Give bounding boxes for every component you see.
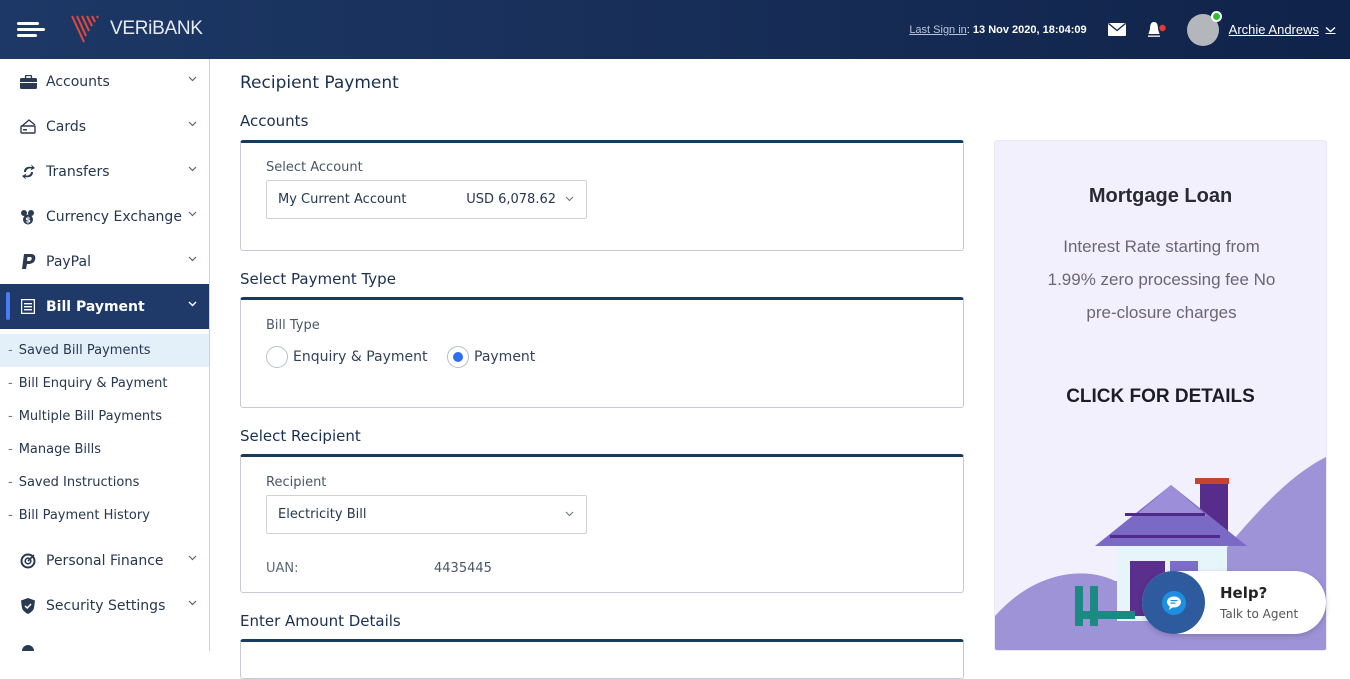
chevron-down-icon xyxy=(565,510,574,520)
chevron-down-icon[interactable] xyxy=(1325,23,1336,37)
sidebar-item-clipped[interactable] xyxy=(0,628,209,651)
shield-icon xyxy=(19,597,37,615)
help-subtitle: Talk to Agent xyxy=(1220,607,1299,621)
sidebar-item-security-settings[interactable]: Security Settings xyxy=(0,583,209,628)
last-sign-in-label[interactable]: Last Sign in xyxy=(909,24,966,36)
section-title-amount: Enter Amount Details xyxy=(240,612,401,630)
radio-circle-checked[interactable] xyxy=(447,346,469,368)
bell-icon[interactable] xyxy=(1147,20,1167,40)
online-status-dot xyxy=(1210,10,1222,22)
promo-cta[interactable]: CLICK FOR DETAILS xyxy=(995,386,1326,408)
sidebar-item-label: Bill Payment xyxy=(46,298,145,315)
submenu-item-saved-instructions[interactable]: - Saved Instructions xyxy=(0,466,209,499)
sidebar: Accounts Cards Transfers $ Currency Exch… xyxy=(0,59,210,651)
currency-icon: $ xyxy=(19,208,37,226)
uan-value: 4435445 xyxy=(434,561,492,576)
selected-account-balance: USD 6,078.62 xyxy=(466,192,556,207)
avatar[interactable] xyxy=(1186,10,1222,46)
last-sign-in-value: 13 Nov 2020, 18:04:09 xyxy=(972,23,1087,36)
sidebar-item-label: Accounts xyxy=(46,73,110,90)
sidebar-item-cards[interactable]: Cards xyxy=(0,104,209,149)
section-title-recipient: Select Recipient xyxy=(240,427,361,445)
brand-name: VERiBANK xyxy=(110,18,203,39)
radio-circle[interactable] xyxy=(266,346,288,368)
recipient-select[interactable]: Electricity Bill xyxy=(266,495,587,534)
radio-label: Payment xyxy=(474,349,536,365)
selected-account-name: My Current Account xyxy=(278,192,407,207)
submenu-item-label: Saved Instructions xyxy=(18,475,140,490)
chevron-down-icon xyxy=(188,209,197,220)
chat-bubble-icon xyxy=(1142,571,1205,634)
page-title: Recipient Payment xyxy=(240,73,399,93)
chevron-down-icon xyxy=(188,254,197,265)
sidebar-item-transfers[interactable]: Transfers xyxy=(0,149,209,194)
sidebar-item-bill-payment[interactable]: Bill Payment xyxy=(0,284,209,329)
chevron-down-icon xyxy=(188,598,197,609)
submenu-item-label: Bill Enquiry & Payment xyxy=(18,376,168,391)
chevron-down-icon xyxy=(565,195,574,205)
promo-title: Mortgage Loan xyxy=(1088,185,1233,207)
radio-enquiry-payment[interactable]: Enquiry & Payment xyxy=(266,346,428,368)
amount-card xyxy=(240,639,964,679)
submenu-item-manage-bills[interactable]: - Manage Bills xyxy=(0,433,209,466)
top-bar: VERiBANK Last Sign in: 13 Nov 2020, 18:0… xyxy=(0,0,1350,59)
menu-icon[interactable] xyxy=(17,22,45,38)
account-select[interactable]: My Current Account USD 6,078.62 xyxy=(266,180,587,219)
sidebar-item-personal-finance[interactable]: Personal Finance xyxy=(0,538,209,583)
select-account-label: Select Account xyxy=(266,160,363,175)
submenu-item-label: Saved Bill Payments xyxy=(18,343,151,358)
sidebar-item-label: Currency Exchange xyxy=(46,208,182,225)
accounts-card: Select Account My Current Account USD 6,… xyxy=(240,140,964,251)
submenu-item-label: Multiple Bill Payments xyxy=(18,409,163,424)
last-sign-in: Last Sign in: 13 Nov 2020, 18:04:09 xyxy=(909,23,1087,36)
section-title-accounts: Accounts xyxy=(240,112,309,130)
paypal-icon xyxy=(19,253,37,271)
sidebar-item-currency-exchange[interactable]: $ Currency Exchange xyxy=(0,194,209,239)
recipient-label: Recipient xyxy=(266,475,327,490)
logo[interactable]: VERiBANK xyxy=(70,14,203,44)
radio-label: Enquiry & Payment xyxy=(293,349,428,365)
active-indicator xyxy=(6,292,10,320)
bill-payment-submenu: - Saved Bill Payments - Bill Enquiry & Pay… xyxy=(0,329,209,532)
sidebar-item-accounts[interactable]: Accounts xyxy=(0,59,209,104)
promo-body: Interest Rate starting from 1.99% zero p… xyxy=(1047,237,1276,322)
sidebar-item-label: Transfers xyxy=(46,163,110,180)
sidebar-item-label: Security Settings xyxy=(46,597,166,614)
uan-label: UAN: xyxy=(266,561,299,576)
section-title-payment-type: Select Payment Type xyxy=(240,270,396,288)
veribank-logo-icon xyxy=(71,15,99,43)
chevron-down-icon xyxy=(188,74,197,85)
card-icon xyxy=(19,118,37,136)
help-chat-widget[interactable]: Help? Talk to Agent xyxy=(1142,571,1326,634)
target-icon xyxy=(19,552,37,570)
bill-icon xyxy=(19,298,37,316)
submenu-item-multiple-bill-payments[interactable]: - Multiple Bill Payments xyxy=(0,400,209,433)
chevron-down-icon xyxy=(188,119,197,130)
sidebar-item-label: PayPal xyxy=(46,253,91,270)
sidebar-item-paypal[interactable]: PayPal xyxy=(0,239,209,284)
mail-icon[interactable] xyxy=(1107,20,1127,40)
radio-payment[interactable]: Payment xyxy=(447,346,535,368)
briefcase-icon xyxy=(19,73,37,91)
svg-text:$: $ xyxy=(25,215,31,224)
selected-recipient: Electricity Bill xyxy=(278,507,367,522)
submenu-item-label: Bill Payment History xyxy=(18,508,150,523)
chevron-down-icon xyxy=(188,553,197,564)
bill-type-label: Bill Type xyxy=(266,318,320,333)
user-name[interactable]: Archie Andrews xyxy=(1229,22,1319,37)
submenu-item-bill-enquiry-payment[interactable]: - Bill Enquiry & Payment xyxy=(0,367,209,400)
chevron-down-icon xyxy=(188,164,197,175)
gear-icon xyxy=(19,642,37,651)
sidebar-item-label: Personal Finance xyxy=(46,552,164,569)
sidebar-item-label: Cards xyxy=(46,118,87,135)
transfer-icon xyxy=(19,163,37,181)
recipient-card: Recipient Electricity Bill UAN: 4435445 xyxy=(240,454,964,593)
submenu-item-label: Manage Bills xyxy=(18,442,102,457)
submenu-item-bill-payment-history[interactable]: - Bill Payment History xyxy=(0,499,209,532)
payment-type-card: Bill Type Enquiry & Payment Payment xyxy=(240,297,964,408)
help-title: Help? xyxy=(1220,584,1268,602)
chevron-down-icon xyxy=(188,299,197,310)
submenu-item-saved-bill-payments[interactable]: - Saved Bill Payments xyxy=(0,334,209,367)
